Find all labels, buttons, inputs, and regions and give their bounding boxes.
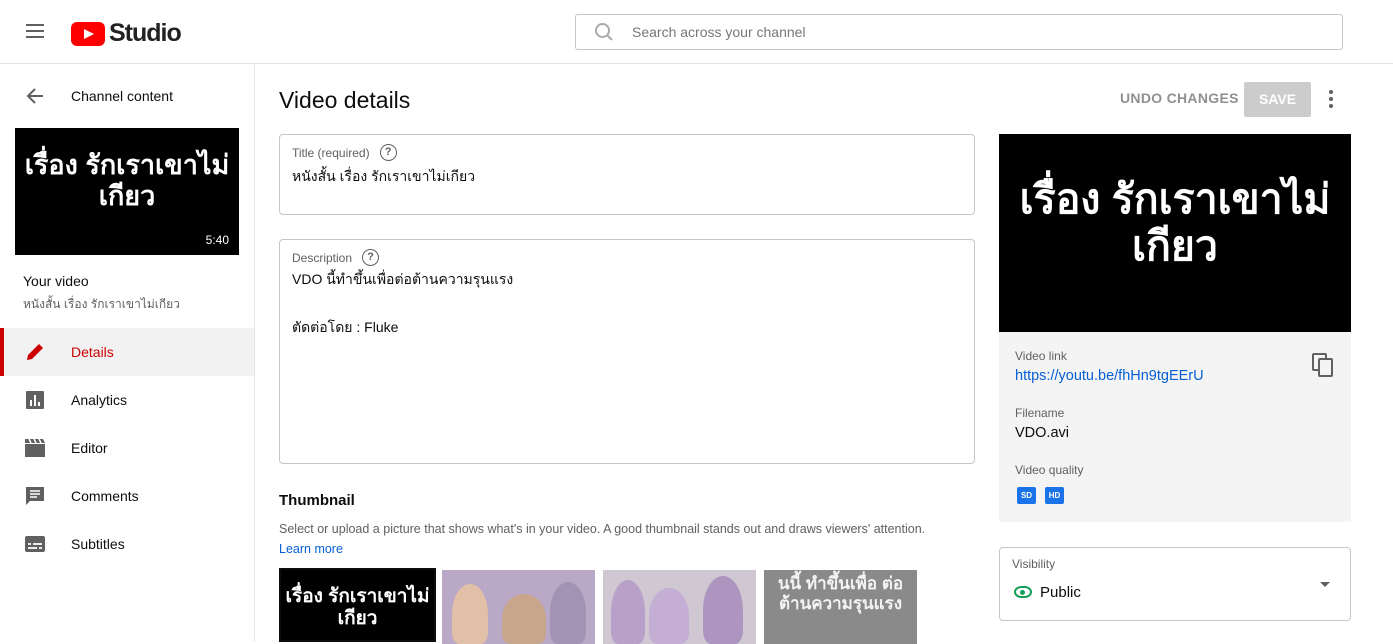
dropdown-arrow-icon: [1320, 582, 1330, 587]
thumbnail-text: เรื่อง รักเราเขาไม่เกียว: [24, 150, 230, 212]
back-arrow-icon: [26, 88, 43, 104]
comment-icon: [26, 487, 44, 505]
thumbnail-option-4[interactable]: นนี้ ทำขึ้นเพื่อ ต่อต้านความรุนแรง: [764, 570, 917, 644]
sd-badge-icon: SD: [1017, 487, 1036, 504]
sidebar-item-editor[interactable]: Editor: [0, 424, 254, 472]
pencil-icon: [27, 344, 43, 360]
description-field-label: Description: [292, 250, 353, 265]
more-options-icon[interactable]: [1321, 87, 1341, 111]
sidebar-item-label: Comments: [71, 488, 139, 504]
visibility-value: Public: [1040, 584, 1081, 601]
hd-badge-icon: HD: [1045, 487, 1064, 504]
thumbnail-figure: [611, 580, 645, 644]
description-line: ตัดต่อโดย : Fluke: [292, 319, 399, 335]
search-input[interactable]: [632, 24, 1312, 40]
sidebar-item-subtitles[interactable]: Subtitles: [0, 520, 254, 568]
visibility-label: Visibility: [1012, 557, 1056, 571]
filename-value: VDO.avi: [1015, 425, 1069, 441]
page-title: Video details: [279, 87, 411, 113]
studio-logo[interactable]: Studio: [71, 19, 182, 48]
video-info-panel: Video link https://youtu.be/fhHn9tgEErU …: [999, 332, 1351, 522]
sidebar-nav: Details Analytics Editor Comments Subtit…: [0, 328, 254, 568]
search-icon: [594, 22, 614, 42]
description-field[interactable]: Description ? VDO นี้ทำขึ้นเพื่อต่อต้านค…: [279, 239, 975, 464]
top-bar: Studio: [0, 0, 1393, 64]
preview-text: เรื่อง รักเราเขาไม่เกียว: [1019, 176, 1331, 270]
thumbnail-figure: [452, 584, 488, 644]
description-line: [292, 291, 513, 315]
undo-changes-button[interactable]: UNDO CHANGES: [1112, 84, 1247, 112]
thumbnail-figure: [649, 588, 689, 644]
thumbnail-options: เรื่อง รักเราเขาไม่เกียว นนี้ ทำขึ้นเพื่…: [279, 568, 919, 644]
video-link[interactable]: https://youtu.be/fhHn9tgEErU: [1015, 368, 1204, 384]
thumbnail-figure: [703, 576, 743, 644]
visibility-dropdown[interactable]: Visibility Public: [999, 547, 1351, 621]
back-to-channel-content[interactable]: Channel content: [0, 84, 254, 108]
video-link-label: Video link: [1015, 349, 1067, 363]
sidebar-item-comments[interactable]: Comments: [0, 472, 254, 520]
thumbnail-option-3[interactable]: [603, 570, 756, 644]
back-label: Channel content: [71, 88, 173, 104]
search-box[interactable]: [575, 14, 1343, 50]
description-line: VDO นี้ทำขึ้นเพื่อต่อต้านความรุนแรง: [292, 271, 514, 287]
title-field[interactable]: Title (required) ? หนังสั้น เรื่อง รักเร…: [279, 134, 975, 215]
help-icon[interactable]: ?: [362, 249, 380, 266]
thumbnail-figure: [550, 582, 586, 644]
subtitles-icon: [25, 536, 45, 552]
eye-icon: [1014, 586, 1032, 598]
video-duration: 5:40: [205, 233, 229, 247]
your-video-label: Your video: [23, 273, 89, 289]
learn-more-link[interactable]: Learn more: [279, 542, 343, 556]
thumbnail-option-1[interactable]: เรื่อง รักเราเขาไม่เกียว: [279, 568, 436, 642]
video-preview[interactable]: เรื่อง รักเราเขาไม่เกียว: [999, 134, 1351, 332]
sidebar-video-title: หนังสั้น เรื่อง รักเราเขาไม่เกียว: [23, 297, 180, 311]
youtube-play-icon: [71, 21, 105, 46]
sidebar-item-details[interactable]: Details: [0, 328, 254, 376]
hamburger-menu-icon[interactable]: [22, 20, 48, 44]
logo-text: Studio: [109, 19, 182, 47]
thumbnail-option-text: เรื่อง รักเราเขาไม่เกียว: [285, 586, 430, 629]
title-field-label-row: Title (required) ?: [292, 144, 397, 161]
sidebar: Channel content เรื่อง รักเราเขาไม่เกียว…: [0, 64, 255, 642]
sidebar-item-label: Details: [71, 344, 114, 360]
video-quality-label: Video quality: [1015, 463, 1084, 477]
title-field-label: Title (required): [292, 145, 370, 160]
sidebar-item-label: Editor: [71, 440, 108, 456]
description-field-label-row: Description ?: [292, 249, 380, 266]
description-input[interactable]: VDO นี้ทำขึ้นเพื่อต่อต้านความรุนแรง ตัดต…: [292, 267, 513, 339]
analytics-icon: [26, 391, 44, 409]
sidebar-item-label: Analytics: [71, 392, 128, 408]
sidebar-item-analytics[interactable]: Analytics: [0, 376, 254, 424]
copy-icon[interactable]: [1312, 353, 1334, 377]
sidebar-video-thumbnail[interactable]: เรื่อง รักเราเขาไม่เกียว 5:40: [15, 128, 239, 255]
help-icon[interactable]: ?: [379, 144, 397, 161]
title-input[interactable]: หนังสั้น เรื่อง รักเราเขาไม่เกียว: [292, 164, 475, 188]
clapperboard-icon: [25, 438, 45, 457]
thumbnail-option-text: นนี้ ทำขึ้นเพื่อ ต่อต้านความรุนแรง: [777, 574, 904, 613]
sidebar-item-label: Subtitles: [71, 536, 125, 552]
save-button[interactable]: SAVE: [1244, 82, 1311, 117]
thumbnail-heading: Thumbnail: [279, 492, 355, 509]
thumbnail-option-2[interactable]: [442, 570, 595, 644]
filename-label: Filename: [1015, 406, 1065, 420]
thumbnail-description: Select or upload a picture that shows wh…: [279, 522, 926, 536]
thumbnail-figure: [502, 594, 546, 644]
